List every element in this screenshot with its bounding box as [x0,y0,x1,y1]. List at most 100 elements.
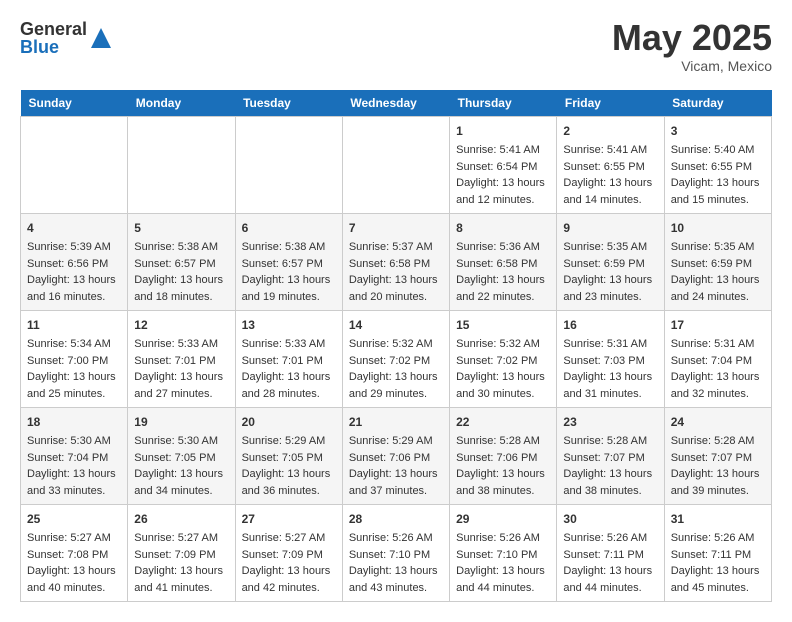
week-row-1: 1Sunrise: 5:41 AMSunset: 6:54 PMDaylight… [21,117,772,214]
day-info: Daylight: 13 hours and 14 minutes. [563,175,657,208]
day-info: Sunrise: 5:33 AM [242,336,336,353]
day-number: 19 [134,413,228,431]
day-info: Sunset: 7:04 PM [27,450,121,467]
day-info: Sunset: 7:01 PM [134,353,228,370]
page-header: General Blue May 2025 Vicam, Mexico [20,20,772,74]
col-header-monday: Monday [128,90,235,117]
day-info: Daylight: 13 hours and 12 minutes. [456,175,550,208]
day-number: 4 [27,219,121,237]
day-cell: 31Sunrise: 5:26 AMSunset: 7:11 PMDayligh… [664,505,771,602]
day-info: Sunset: 6:58 PM [349,256,443,273]
day-info: Sunset: 7:00 PM [27,353,121,370]
day-cell: 23Sunrise: 5:28 AMSunset: 7:07 PMDayligh… [557,408,664,505]
day-info: Daylight: 13 hours and 24 minutes. [671,272,765,305]
day-number: 12 [134,316,228,334]
day-info: Sunrise: 5:35 AM [563,239,657,256]
day-cell: 29 Sunrise: 5:26 AMSunset: 7:10 PMDayligh… [450,505,557,602]
day-info: Sunset: 6:57 PM [242,256,336,273]
day-cell [235,117,342,214]
day-info: Sunset: 7:03 PM [563,353,657,370]
day-info: Sunrise: 5:41 AM [456,142,550,159]
day-info: Daylight: 13 hours and 37 minutes. [349,466,443,499]
day-cell: 2Sunrise: 5:41 AMSunset: 6:55 PMDaylight… [557,117,664,214]
day-info: Sunrise: 5:36 AM [456,239,550,256]
day-info: Sunset: 7:06 PM [456,450,550,467]
day-cell: 18Sunrise: 5:30 AMSunset: 7:04 PMDayligh… [21,408,128,505]
day-number: 6 [242,219,336,237]
day-info: Sunset: 7:08 PM [27,547,121,564]
day-info: Sunset: 7:02 PM [349,353,443,370]
day-number: 10 [671,219,765,237]
day-cell: 24Sunrise: 5:28 AMSunset: 7:07 PMDayligh… [664,408,771,505]
day-info: Sunset: 6:55 PM [671,159,765,176]
day-info: Daylight: 13 hours and 28 minutes. [242,369,336,402]
day-cell: 22Sunrise: 5:28 AMSunset: 7:06 PMDayligh… [450,408,557,505]
day-number: 1 [456,122,550,140]
day-cell: 30 Sunrise: 5:26 AMSunset: 7:11 PMDayligh… [557,505,664,602]
day-cell: 14Sunrise: 5:32 AMSunset: 7:02 PMDayligh… [342,311,449,408]
day-number: 3 [671,122,765,140]
day-info: Sunrise: 5:28 AM [563,433,657,450]
day-info: Sunset: 7:04 PM [671,353,765,370]
day-info: Daylight: 13 hours and 38 minutes. [456,466,550,499]
day-info: Sunrise: 5:27 AM [27,530,121,547]
day-number: 9 [563,219,657,237]
day-info: Sunrise: 5:26 AM [563,530,657,547]
day-cell: 1 Sunrise: 5:41 AMSunset: 6:54 PMDaylight… [450,117,557,214]
day-number: 30 [563,510,657,528]
title-block: May 2025 Vicam, Mexico [612,20,772,74]
day-info: Daylight: 13 hours and 23 minutes. [563,272,657,305]
logo-icon [91,28,111,48]
day-info: Daylight: 13 hours and 32 minutes. [671,369,765,402]
day-cell: 10Sunrise: 5:35 AMSunset: 6:59 PMDayligh… [664,214,771,311]
day-info: Sunset: 6:59 PM [563,256,657,273]
day-info: Daylight: 13 hours and 44 minutes. [563,563,657,596]
day-number: 23 [563,413,657,431]
day-number: 26 [134,510,228,528]
day-info: Sunset: 7:11 PM [563,547,657,564]
day-number: 31 [671,510,765,528]
day-cell: 12Sunrise: 5:33 AMSunset: 7:01 PMDayligh… [128,311,235,408]
day-number: 17 [671,316,765,334]
day-info: Daylight: 13 hours and 16 minutes. [27,272,121,305]
day-info: Sunset: 7:07 PM [671,450,765,467]
day-info: Sunrise: 5:27 AM [242,530,336,547]
col-header-saturday: Saturday [664,90,771,117]
day-info: Sunset: 6:59 PM [671,256,765,273]
day-number: 22 [456,413,550,431]
day-info: Daylight: 13 hours and 18 minutes. [134,272,228,305]
day-info: Sunrise: 5:29 AM [242,433,336,450]
day-info: Daylight: 13 hours and 27 minutes. [134,369,228,402]
col-header-friday: Friday [557,90,664,117]
day-info: Sunset: 6:56 PM [27,256,121,273]
day-number: 29 [456,510,550,528]
day-info: Sunset: 7:06 PM [349,450,443,467]
day-info: Sunrise: 5:41 AM [563,142,657,159]
day-number: 25 [27,510,121,528]
day-cell: 11Sunrise: 5:34 AMSunset: 7:00 PMDayligh… [21,311,128,408]
day-info: Sunset: 7:11 PM [671,547,765,564]
day-info: Daylight: 13 hours and 36 minutes. [242,466,336,499]
col-header-sunday: Sunday [21,90,128,117]
logo-general: General [20,20,87,38]
day-info: Daylight: 13 hours and 44 minutes. [456,563,550,596]
day-info: Daylight: 13 hours and 38 minutes. [563,466,657,499]
day-number: 7 [349,219,443,237]
day-cell: 25Sunrise: 5:27 AMSunset: 7:08 PMDayligh… [21,505,128,602]
day-info: Daylight: 13 hours and 15 minutes. [671,175,765,208]
day-number: 13 [242,316,336,334]
day-info: Sunrise: 5:34 AM [27,336,121,353]
day-number: 18 [27,413,121,431]
day-cell: 5Sunrise: 5:38 AMSunset: 6:57 PMDaylight… [128,214,235,311]
day-info: Sunset: 6:54 PM [456,159,550,176]
day-info: Sunrise: 5:26 AM [349,530,443,547]
day-info: Sunrise: 5:39 AM [27,239,121,256]
day-cell: 8Sunrise: 5:36 AMSunset: 6:58 PMDaylight… [450,214,557,311]
day-info: Sunrise: 5:40 AM [671,142,765,159]
day-number: 2 [563,122,657,140]
week-row-4: 18Sunrise: 5:30 AMSunset: 7:04 PMDayligh… [21,408,772,505]
day-info: Sunset: 7:10 PM [456,547,550,564]
day-info: Sunrise: 5:31 AM [671,336,765,353]
day-info: Sunrise: 5:26 AM [456,530,550,547]
day-info: Daylight: 13 hours and 29 minutes. [349,369,443,402]
